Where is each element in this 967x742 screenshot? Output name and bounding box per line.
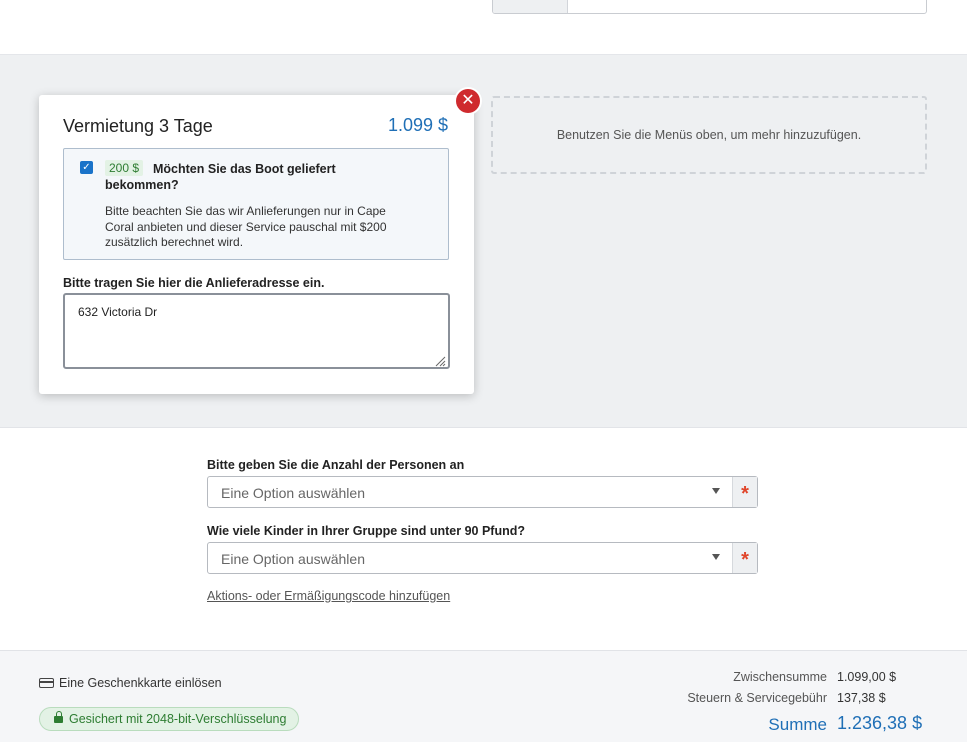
gift-card-link[interactable]: Eine Geschenkkarte einlösen xyxy=(39,676,222,690)
secure-badge-label: Gesichert mit 2048-bit-Verschlüsselung xyxy=(69,712,287,726)
checkout-footer: Eine Geschenkkarte einlösen Gesichert mi… xyxy=(0,650,967,742)
address-textarea[interactable]: 632 Victoria Dr xyxy=(63,293,450,369)
subtotal-value: 1.099,00 $ xyxy=(837,670,897,684)
add-more-dropzone: Benutzen Sie die Menüs oben, um mehr hin… xyxy=(491,96,927,174)
tax-value: 137,38 $ xyxy=(837,691,886,705)
close-icon[interactable]: ✕ xyxy=(456,89,480,113)
lock-icon xyxy=(54,711,63,723)
top-section xyxy=(0,0,967,55)
tax-label: Steuern & Servicegebühr xyxy=(687,691,827,705)
dropzone-text: Benutzen Sie die Menüs oben, um mehr hin… xyxy=(556,128,862,142)
gift-card-label: Eine Geschenkkarte einlösen xyxy=(59,676,222,690)
top-input-addon xyxy=(493,0,568,13)
delivery-note: Bitte beachten Sie das wir Anlieferungen… xyxy=(105,204,387,249)
delivery-question: Möchten Sie das Boot geliefert bekommen? xyxy=(105,162,336,192)
persons-select[interactable]: Eine Option auswählen * xyxy=(207,476,758,508)
dropdown-caret-icon xyxy=(712,554,720,560)
secure-badge: Gesichert mit 2048-bit-Verschlüsselung xyxy=(39,707,300,731)
total-label: Summe xyxy=(768,715,827,734)
dropdown-caret-icon xyxy=(712,488,720,494)
persons-label: Bitte geben Sie die Anzahl der Personen … xyxy=(207,458,465,472)
delivery-price-badge: 200 $ xyxy=(105,160,144,176)
checkbox-icon[interactable]: ✓ xyxy=(80,161,93,174)
top-input-field[interactable] xyxy=(492,0,927,14)
persons-select-placeholder: Eine Option auswählen xyxy=(221,485,365,501)
total-value: 1.236,38 $ xyxy=(837,713,923,733)
promo-code-link[interactable]: Aktions- oder Ermäßigungscode hinzufügen xyxy=(207,589,450,603)
required-marker: * xyxy=(732,543,757,573)
booking-card: Vermietung 3 Tage 1.099 $ ✓ Möchten Sie … xyxy=(39,95,474,394)
delivery-option: ✓ Möchten Sie das Boot geliefert bekomme… xyxy=(63,148,449,260)
required-marker: * xyxy=(732,477,757,507)
booking-price: 1.099 $ xyxy=(387,115,448,135)
booking-title: Vermietung 3 Tage xyxy=(63,116,213,136)
address-label: Bitte tragen Sie hier die Anlieferadress… xyxy=(63,276,325,290)
kids-label: Wie viele Kinder in Ihrer Gruppe sind un… xyxy=(207,524,525,538)
kids-select[interactable]: Eine Option auswählen * xyxy=(207,542,758,574)
credit-card-icon xyxy=(39,678,54,688)
subtotal-label: Zwischensumme xyxy=(733,670,827,684)
kids-select-placeholder: Eine Option auswählen xyxy=(221,551,365,567)
